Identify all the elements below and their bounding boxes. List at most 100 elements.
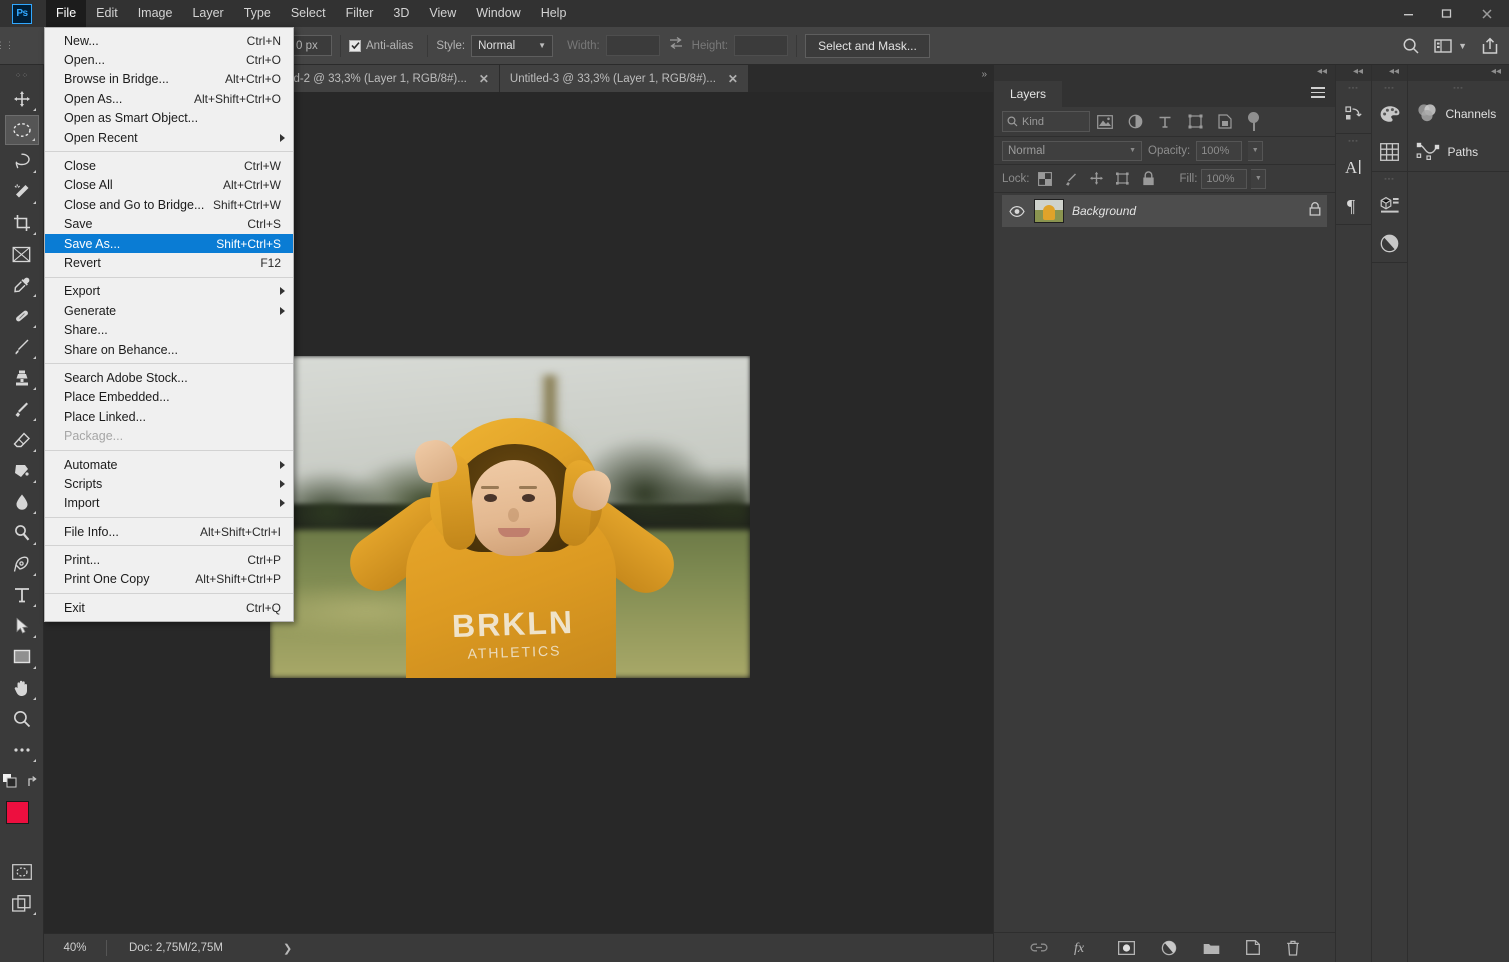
pen-tool[interactable]: [5, 549, 39, 579]
menu-item-exit[interactable]: Exit Ctrl+Q: [45, 598, 293, 617]
magic-wand-tool[interactable]: [5, 177, 39, 207]
width-field[interactable]: [606, 35, 660, 56]
collapse-panel-icon[interactable]: ◂◂: [1317, 66, 1327, 77]
fill-stepper-icon[interactable]: ▼: [1251, 169, 1266, 189]
opacity-field[interactable]: 100%: [1196, 141, 1242, 161]
lock-image-icon[interactable]: [1060, 169, 1082, 189]
quick-mask-mode-icon[interactable]: [5, 857, 39, 887]
frame-tool[interactable]: [5, 239, 39, 269]
fill-field[interactable]: 100%: [1201, 169, 1247, 189]
layer-style-fx-icon[interactable]: fx: [1074, 940, 1092, 955]
menu-item-automate[interactable]: Automate: [45, 455, 293, 474]
smart-object-filter-icon[interactable]: [1210, 111, 1240, 133]
lock-transparent-icon[interactable]: [1034, 169, 1056, 189]
height-field[interactable]: [734, 35, 788, 56]
minimize-button[interactable]: [1389, 0, 1427, 27]
swap-colors-icon[interactable]: [27, 775, 40, 793]
menu-item-place-embedded[interactable]: Place Embedded...: [45, 388, 293, 407]
swap-dimensions-icon[interactable]: [668, 36, 684, 55]
menu-item-scripts[interactable]: Scripts: [45, 474, 293, 493]
add-mask-icon[interactable]: [1118, 941, 1135, 955]
options-bar-grip[interactable]: ⋮⋮: [0, 27, 10, 65]
opacity-stepper-icon[interactable]: ▼: [1248, 141, 1263, 161]
layer-row-background[interactable]: Background: [1002, 195, 1327, 227]
clone-stamp-tool[interactable]: [5, 363, 39, 393]
blur-tool[interactable]: [5, 487, 39, 517]
character-icon[interactable]: A: [1336, 148, 1372, 186]
color-icon[interactable]: [1372, 95, 1408, 133]
dock-col2-grip[interactable]: ▪▪▪: [1372, 81, 1407, 95]
layer-name-label[interactable]: Background: [1072, 204, 1301, 218]
collapse-icon[interactable]: ◂◂: [1491, 66, 1501, 77]
toolbar-grip[interactable]: ⁘⁘: [15, 71, 28, 80]
zoom-level-field[interactable]: 40%: [44, 942, 106, 954]
default-colors-icon[interactable]: [3, 774, 17, 793]
3d-icon[interactable]: [1372, 186, 1408, 224]
close-icon[interactable]: ✕: [479, 72, 489, 86]
rectangle-tool[interactable]: [5, 642, 39, 672]
dock-col1-grip[interactable]: ▪▪▪: [1336, 81, 1371, 95]
menu-item-close[interactable]: Close Ctrl+W: [45, 156, 293, 175]
dodge-tool[interactable]: [5, 518, 39, 548]
menu-item-file-info[interactable]: File Info... Alt+Shift+Ctrl+I: [45, 522, 293, 541]
close-button[interactable]: [1465, 0, 1509, 27]
crop-tool[interactable]: [5, 208, 39, 238]
delete-layer-icon[interactable]: [1286, 940, 1300, 956]
menu-window[interactable]: Window: [466, 0, 530, 27]
menu-item-close-all[interactable]: Close All Alt+Ctrl+W: [45, 176, 293, 195]
panel-channels[interactable]: Channels: [1408, 95, 1509, 133]
lock-all-icon[interactable]: [1138, 169, 1160, 189]
document-canvas[interactable]: BRKLN ATHLETICS: [270, 356, 750, 678]
zoom-tool[interactable]: [5, 704, 39, 734]
menu-view[interactable]: View: [419, 0, 466, 27]
file-menu-dropdown[interactable]: New... Ctrl+N Open... Ctrl+O Browse in B…: [44, 27, 294, 622]
brush-tool[interactable]: [5, 332, 39, 362]
link-layers-icon[interactable]: [1030, 942, 1048, 953]
tabbar-expand-icon[interactable]: »: [981, 69, 987, 80]
eyedropper-tool[interactable]: [5, 270, 39, 300]
type-filter-icon[interactable]: [1150, 111, 1180, 133]
menu-item-close-and-go-to-bridge[interactable]: Close and Go to Bridge... Shift+Ctrl+W: [45, 195, 293, 214]
document-tab-3[interactable]: Untitled-3 @ 33,3% (Layer 1, RGB/8#)... …: [500, 65, 749, 92]
menu-item-print-one-copy[interactable]: Print One Copy Alt+Shift+Ctrl+P: [45, 570, 293, 589]
layer-visibility-eye-icon[interactable]: [1008, 206, 1026, 217]
menu-item-import[interactable]: Import: [45, 494, 293, 513]
menu-item-generate[interactable]: Generate: [45, 301, 293, 320]
antialias-checkbox[interactable]: Anti-alias: [349, 40, 419, 52]
adjustment-filter-icon[interactable]: [1120, 111, 1150, 133]
gradient-tool[interactable]: [5, 456, 39, 486]
new-group-icon[interactable]: [1203, 941, 1220, 955]
share-icon[interactable]: [1481, 37, 1499, 55]
menu-item-open-as-smart-object[interactable]: Open as Smart Object...: [45, 109, 293, 128]
tab-layers[interactable]: Layers: [994, 81, 1062, 107]
menu-edit[interactable]: Edit: [86, 0, 128, 27]
new-layer-icon[interactable]: [1246, 940, 1260, 955]
menu-item-open-as[interactable]: Open As... Alt+Shift+Ctrl+O: [45, 89, 293, 108]
workspace-chevron-down-icon[interactable]: ▼: [1458, 41, 1467, 51]
maximize-button[interactable]: [1427, 0, 1465, 27]
panel-menu-icon[interactable]: [1311, 87, 1325, 101]
foreground-color-swatch[interactable]: [6, 801, 29, 824]
type-tool[interactable]: [5, 580, 39, 610]
history-brush-tool[interactable]: [5, 394, 39, 424]
lasso-tool[interactable]: [5, 146, 39, 176]
menu-item-revert[interactable]: Revert F12: [45, 253, 293, 272]
path-selection-tool[interactable]: [5, 611, 39, 641]
eraser-tool[interactable]: [5, 425, 39, 455]
menu-item-export[interactable]: Export: [45, 282, 293, 301]
menu-item-share-on-behance[interactable]: Share on Behance...: [45, 340, 293, 359]
feather-value-field[interactable]: 0 px: [290, 35, 332, 56]
menu-item-save[interactable]: Save Ctrl+S: [45, 215, 293, 234]
menu-item-save-as[interactable]: Save As... Shift+Ctrl+S: [45, 234, 293, 253]
elliptical-marquee-tool[interactable]: [5, 115, 39, 145]
collapse-icon[interactable]: ◂◂: [1353, 66, 1363, 77]
menu-type[interactable]: Type: [234, 0, 281, 27]
style-select[interactable]: Normal ▼: [471, 35, 553, 57]
edit-toolbar-more-icon[interactable]: [5, 735, 39, 765]
search-icon[interactable]: [1402, 37, 1420, 55]
menu-help[interactable]: Help: [531, 0, 577, 27]
adjustment-layer-icon[interactable]: [1161, 940, 1177, 956]
blend-mode-select[interactable]: Normal ▼: [1002, 141, 1142, 161]
menu-item-new[interactable]: New... Ctrl+N: [45, 31, 293, 50]
adjustments-icon[interactable]: [1372, 224, 1408, 262]
